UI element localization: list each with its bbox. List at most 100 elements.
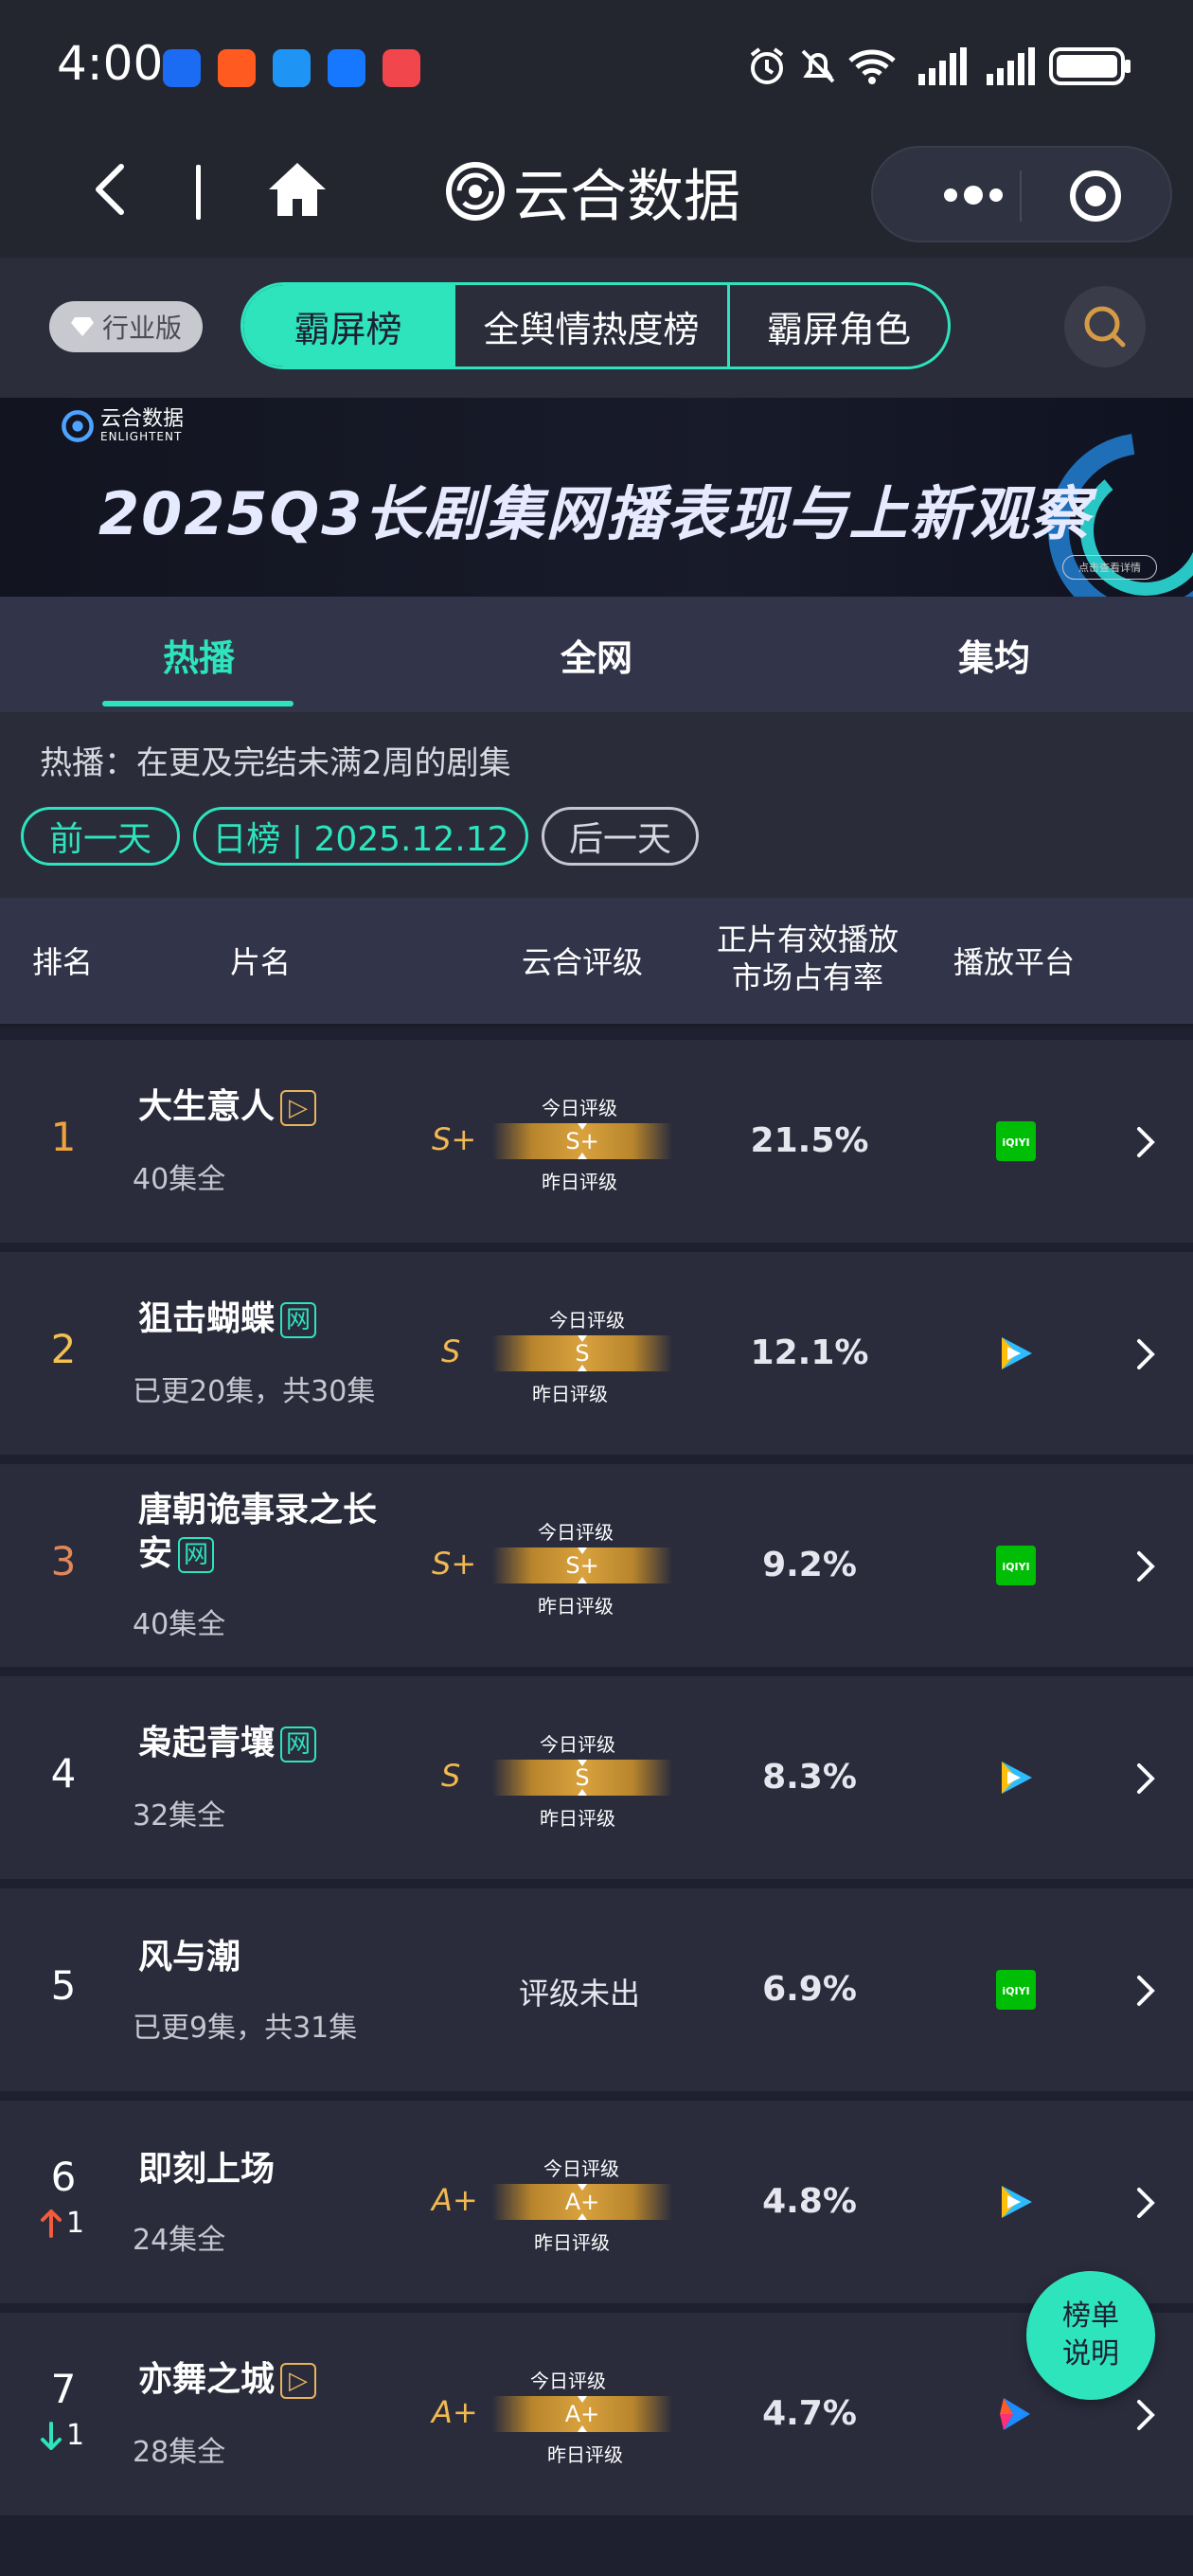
info-description: 热播：在更及完结未满2周的剧集: [40, 744, 511, 782]
drama-title-line1: 唐朝诡事录之长: [138, 1491, 378, 1530]
network-tag: 网: [280, 1302, 317, 1338]
chevron-right-icon[interactable]: [1134, 1337, 1157, 1371]
rank-trend: 1: [40, 2207, 116, 2240]
drama-title: 亦舞之城 ▷: [138, 2358, 317, 2402]
brand-name: 云合数据: [513, 163, 740, 230]
episode-info: 28集全: [133, 2436, 226, 2469]
yesterday-marker: [578, 1577, 587, 1583]
network-tag: 网: [280, 1726, 317, 1762]
signal-icon: [987, 47, 1035, 85]
chevron-right-icon[interactable]: [1134, 1974, 1157, 2008]
nav-bar: 云合数据: [0, 133, 1193, 258]
yesterday-marker: [578, 1789, 587, 1796]
drama-title: 枭起青壤网: [138, 1722, 317, 1765]
drama-title: 唐朝诡事录之长 安网: [138, 1489, 377, 1576]
tab-hot[interactable]: 热播: [0, 597, 398, 712]
grade-value: S+: [432, 1546, 477, 1582]
arrow-up-icon: [41, 2209, 62, 2238]
yesterday-grade-label: 昨日评级: [532, 1383, 608, 1405]
episode-info: 已更20集，共30集: [133, 1375, 376, 1408]
market-share: 4.7%: [762, 2394, 857, 2433]
search-icon: [1084, 306, 1126, 348]
brand-logo-icon: [62, 410, 94, 442]
grade-bar: A+: [492, 2396, 672, 2432]
today-grade-label: 今日评级: [543, 2157, 619, 2180]
home-icon[interactable]: [267, 161, 328, 218]
industry-edition-badge[interactable]: 行业版: [49, 301, 203, 352]
trend-value: 1: [66, 2419, 85, 2452]
rank-trend: 1: [40, 2419, 116, 2452]
today-grade-label: 今日评级: [549, 1309, 625, 1332]
table-row[interactable]: 7 1 亦舞之城 ▷ 28集全 A+ 今日评级 A+ 昨日评级 4.7%: [0, 2313, 1193, 2515]
grade-value: A+: [432, 2394, 478, 2430]
play-tag-icon: ▷: [280, 1090, 317, 1126]
drama-title: 即刻上场: [138, 2148, 275, 2191]
banner-logo: 云合数据 ENLIGHTENT: [61, 409, 184, 443]
today-grade-label: 今日评级: [542, 1097, 617, 1119]
table-row[interactable]: 2 狙击蝴蝶网 已更20集，共30集 S 今日评级 S 昨日评级 12.1%: [0, 1252, 1193, 1455]
signal-icon: [918, 47, 967, 85]
banner-detail-button[interactable]: 点击查看详情: [1062, 555, 1157, 580]
network-tag: 网: [178, 1537, 215, 1573]
table-row[interactable]: 3 唐朝诡事录之长 安网 40集全 S+ 今日评级 S+ 昨日评级 9.2% i…: [0, 1464, 1193, 1667]
drama-title-text: 狙击蝴蝶: [138, 1299, 276, 1338]
status-time: 4:00: [57, 36, 164, 91]
date-selector[interactable]: 日榜 | 2025.12.12: [193, 807, 528, 866]
market-share: 21.5%: [750, 1121, 869, 1160]
table-header: 排名 片名 云合评级 正片有效播放 市场占有率 播放平台: [0, 898, 1193, 1027]
chevron-right-icon[interactable]: [1134, 1125, 1157, 1159]
target-close-icon[interactable]: [1068, 169, 1123, 224]
industry-label: 行业版: [101, 313, 182, 344]
next-day-button[interactable]: 后一天: [542, 807, 699, 866]
tab-dominant-roles[interactable]: 霸屏角色: [730, 285, 948, 367]
chevron-right-icon[interactable]: [1134, 2186, 1157, 2220]
table-row[interactable]: 5 风与潮 已更9集，共31集 评级未出 6.9% iQIYI: [0, 1888, 1193, 2091]
grade-bar: S: [492, 1335, 672, 1371]
notes-app-icon: [383, 49, 420, 87]
yesterday-grade-label: 昨日评级: [547, 2443, 623, 2466]
yesterday-marker: [578, 1365, 587, 1371]
grade-value: S: [441, 1758, 461, 1794]
tab-per-episode[interactable]: 集均: [795, 597, 1193, 712]
youku-icon: [1000, 2398, 1030, 2430]
tab-public-opinion[interactable]: 全舆情热度榜: [455, 285, 730, 367]
ranking-explanation-button[interactable]: 榜单 说明: [1026, 2271, 1155, 2400]
tab-all-network[interactable]: 全网: [398, 597, 795, 712]
search-button[interactable]: [1064, 286, 1146, 367]
svg-text:iQIYI: iQIYI: [1002, 1561, 1029, 1573]
tencent-video-icon: [1002, 2186, 1032, 2218]
svg-text:iQIYI: iQIYI: [1002, 1985, 1029, 1997]
table-row[interactable]: 4 枭起青壤网 32集全 S 今日评级 S 昨日评级 8.3%: [0, 1676, 1193, 1879]
diamond-icon: [70, 317, 94, 336]
prev-day-button[interactable]: 前一天: [21, 807, 180, 866]
today-grade-label: 今日评级: [530, 2370, 606, 2392]
rank-number: 1: [50, 1114, 77, 1160]
promo-banner[interactable]: 云合数据 ENLIGHTENT 2025Q3长剧集网播表现与上新观察 点击查看详…: [0, 398, 1193, 597]
tab-dominance[interactable]: 霸屏榜: [243, 285, 455, 367]
notification-app-icon: [163, 49, 201, 87]
mute-bell-icon: [801, 49, 835, 83]
chevron-right-icon[interactable]: [1134, 1549, 1157, 1583]
grade-bar: S: [492, 1760, 672, 1796]
grade-bar: A+: [492, 2184, 672, 2220]
taobao-app-icon: [218, 49, 256, 87]
yesterday-grade-label: 昨日评级: [542, 1171, 617, 1193]
chevron-right-icon[interactable]: [1134, 2398, 1157, 2432]
today-grade-label: 今日评级: [538, 1521, 614, 1544]
back-icon[interactable]: [83, 161, 140, 218]
more-dots-icon[interactable]: [915, 176, 1028, 214]
mini-program-capsule: [871, 146, 1172, 242]
drama-title-text: 风与潮: [138, 1938, 241, 1977]
drama-title: 风与潮: [138, 1936, 240, 1979]
sub-tabs: 热播 全网 集均: [0, 597, 1193, 712]
table-row[interactable]: 1 大生意人 ▷ 40集全 S+ 今日评级 S+ 昨日评级 21.5% iQIYI: [0, 1040, 1193, 1243]
episode-info: 24集全: [133, 2224, 226, 2257]
table-row[interactable]: 6 1 即刻上场 24集全 A+ 今日评级 A+ 昨日评级 4.8%: [0, 2101, 1193, 2303]
chevron-right-icon[interactable]: [1134, 1762, 1157, 1796]
yesterday-marker: [578, 2213, 587, 2220]
brand-logo-icon: [446, 162, 505, 221]
market-share: 6.9%: [762, 1970, 857, 2009]
float-button-line2: 说明: [1062, 2337, 1119, 2370]
wifi-icon: [848, 49, 896, 84]
banner-logo-en: ENLIGHTENT: [100, 430, 183, 443]
